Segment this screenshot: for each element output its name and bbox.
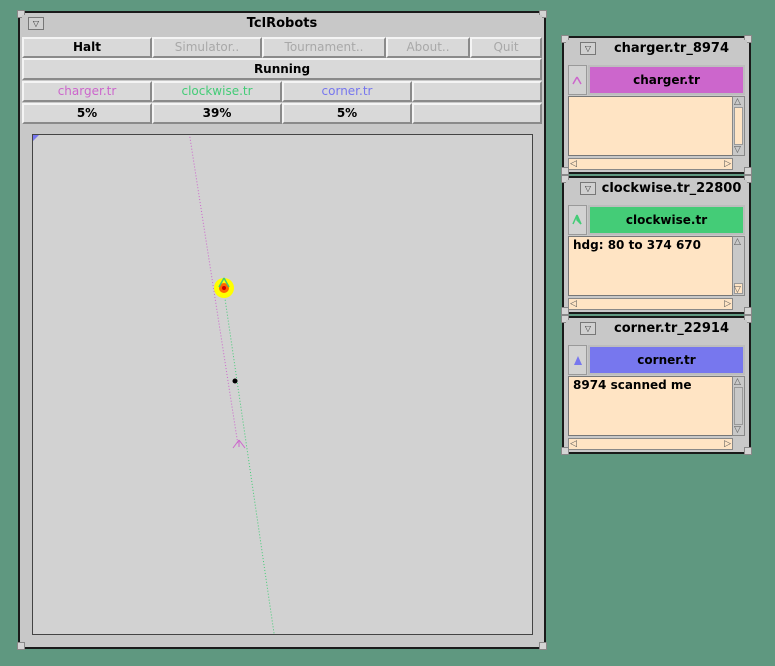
window-titlebar[interactable]: ▽ clockwise.tr_22800 (566, 180, 747, 199)
explosion-core (222, 286, 226, 290)
battle-arena[interactable] (32, 134, 533, 635)
horizontal-scrollbar[interactable]: ◁ ▷ (568, 158, 733, 170)
halt-button[interactable]: Halt (22, 37, 152, 58)
scroll-up-icon[interactable]: △ (734, 377, 741, 387)
window-menu-icon[interactable]: ▽ (580, 42, 596, 55)
robot-damage-clockwise: 39% (152, 103, 282, 124)
horizontal-scrollbar[interactable]: ◁ ▷ (568, 438, 733, 450)
robot-damage-corner: 5% (282, 103, 412, 124)
scroll-right-icon[interactable]: ▷ (724, 159, 731, 169)
clockwise-robot-icon (572, 214, 582, 225)
robot-icon-box (568, 205, 587, 235)
corner-robot-icon (574, 356, 582, 365)
robot-damage-empty (412, 103, 542, 124)
robot-damage-charger: 5% (22, 103, 152, 124)
robot-name-bar: corner.tr (588, 345, 745, 375)
window-menu-icon[interactable]: ▽ (580, 182, 596, 195)
scroll-thumb[interactable] (734, 107, 743, 145)
scroll-up-icon[interactable]: △ (734, 97, 741, 107)
robot-icon-box (568, 345, 587, 375)
robot-window-clockwise: ▽ clockwise.tr_22800 clockwise.tr hdg: 8… (561, 175, 752, 315)
robot-name-clockwise[interactable]: clockwise.tr (152, 81, 282, 102)
scroll-down-icon[interactable]: ▽ (734, 145, 741, 155)
robot-name-charger[interactable]: charger.tr (22, 81, 152, 102)
scroll-left-icon[interactable]: ◁ (570, 299, 577, 309)
resize-corner-bottom-right[interactable] (744, 307, 752, 315)
simulator-button[interactable]: Simulator.. (152, 37, 262, 58)
scroll-up-icon[interactable]: △ (734, 237, 741, 247)
robot-message-area[interactable] (568, 96, 733, 156)
window-title: clockwise.tr_22800 (601, 181, 742, 196)
scroll-down-icon[interactable]: ▽ (734, 425, 741, 435)
vertical-scrollbar[interactable]: △ ▽ (732, 376, 745, 436)
robot-window-charger: ▽ charger.tr_8974 charger.tr △ ▽ ◁ ▷ (561, 35, 752, 175)
horizontal-scrollbar[interactable]: ◁ ▷ (568, 298, 733, 310)
resize-corner-bottom-right[interactable] (744, 167, 752, 175)
window-title: charger.tr_8974 (613, 41, 730, 56)
vertical-scrollbar[interactable]: △ ▽ (732, 236, 745, 296)
arena-canvas (33, 135, 275, 634)
window-titlebar[interactable]: ▽ charger.tr_8974 (566, 40, 747, 59)
scroll-down-icon[interactable]: ▽ (734, 285, 741, 295)
tournament-button[interactable]: Tournament.. (262, 37, 386, 58)
status-bar: Running (22, 58, 542, 80)
robot-name-empty (412, 81, 542, 102)
charger-robot-icon (232, 439, 246, 449)
scroll-thumb[interactable] (734, 387, 743, 425)
window-title: corner.tr_22914 (614, 321, 729, 336)
resize-corner-bottom-right[interactable] (744, 447, 752, 455)
scroll-left-icon[interactable]: ◁ (570, 159, 577, 169)
window-titlebar[interactable]: ▽ corner.tr_22914 (566, 320, 747, 339)
scroll-right-icon[interactable]: ▷ (724, 439, 731, 449)
window-titlebar[interactable]: ▽ TclRobots (22, 15, 542, 34)
window-menu-icon[interactable]: ▽ (580, 322, 596, 335)
about-button[interactable]: About.. (386, 37, 470, 58)
vertical-scrollbar[interactable]: △ ▽ (732, 96, 745, 156)
robot-message-area[interactable]: hdg: 80 to 374 670 (568, 236, 733, 296)
robot-message-area[interactable]: 8974 scanned me (568, 376, 733, 436)
robot-icon-box (568, 65, 587, 95)
window-title: TclRobots (246, 16, 318, 31)
quit-button[interactable]: Quit (470, 37, 542, 58)
scroll-left-icon[interactable]: ◁ (570, 439, 577, 449)
robot-name-bar: clockwise.tr (588, 205, 745, 235)
missile-dot (232, 378, 238, 384)
resize-corner-bottom-left[interactable] (17, 642, 25, 650)
resize-corner-bottom-right[interactable] (539, 642, 547, 650)
robot-window-corner: ▽ corner.tr_22914 corner.tr 8974 scanned… (561, 315, 752, 455)
robot-name-bar: charger.tr (588, 65, 745, 95)
scroll-right-icon[interactable]: ▷ (724, 299, 731, 309)
clockwise-scan-line (222, 284, 275, 634)
charger-robot-icon (572, 76, 582, 85)
corner-robot-icon (33, 135, 39, 141)
robot-name-corner[interactable]: corner.tr (282, 81, 412, 102)
